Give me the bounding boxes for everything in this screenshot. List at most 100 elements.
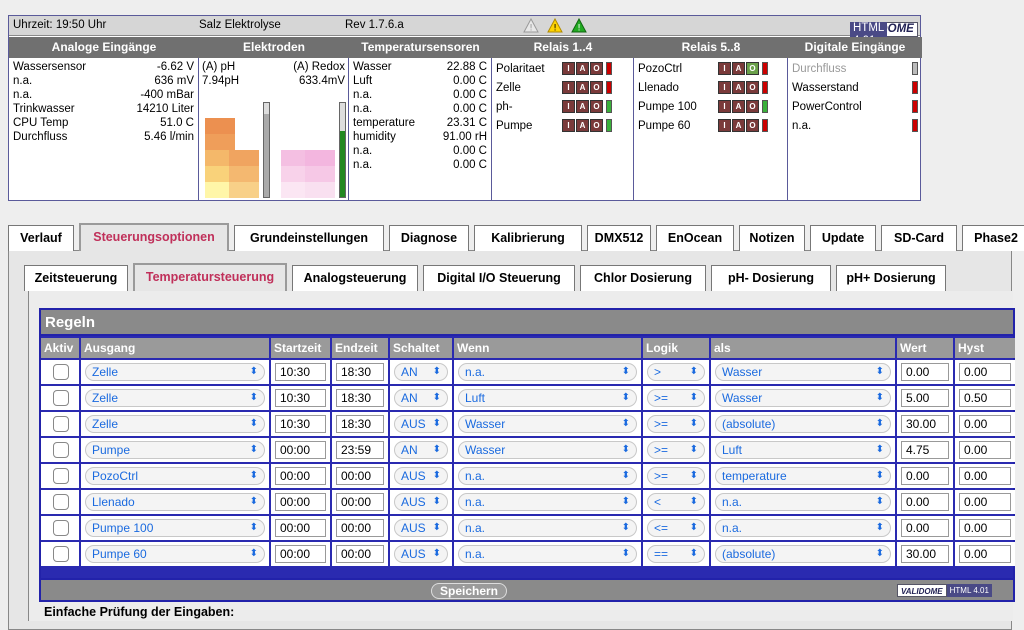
wenn-select[interactable]: n.a. ⬍ xyxy=(458,493,637,511)
relay-o-button[interactable]: O xyxy=(590,81,603,94)
relay-o-button[interactable]: O xyxy=(590,62,603,75)
subtab-ph-dosierung[interactable]: pH- Dosierung xyxy=(711,265,831,291)
relay-a-button[interactable]: A xyxy=(732,119,745,132)
tab-kalibrierung[interactable]: Kalibrierung xyxy=(474,225,582,251)
als-select[interactable]: (absolute) ⬍ xyxy=(715,415,891,433)
tab-phase2[interactable]: Phase2 xyxy=(962,225,1024,251)
schaltet-select[interactable]: AUS ⬍ xyxy=(394,493,448,511)
relay-a-button[interactable]: A xyxy=(576,62,589,75)
active-checkbox[interactable] xyxy=(53,468,69,484)
relay-o-button[interactable]: O xyxy=(746,81,759,94)
relay-o-button[interactable]: O xyxy=(746,62,759,75)
start-input[interactable]: 10:30 xyxy=(275,389,326,407)
wert-input[interactable]: 5.00 xyxy=(901,389,949,407)
relay-i-button[interactable]: I xyxy=(562,81,575,94)
end-input[interactable]: 18:30 xyxy=(336,415,384,433)
active-checkbox[interactable] xyxy=(53,494,69,510)
relay-i-button[interactable]: I xyxy=(718,119,731,132)
ausgang-select[interactable]: Pumpe 100 ⬍ xyxy=(85,519,265,537)
ausgang-select[interactable]: Pumpe ⬍ xyxy=(85,441,265,459)
tab-grundeinstellungen[interactable]: Grundeinstellungen xyxy=(234,225,384,251)
tab-dmx512[interactable]: DMX512 xyxy=(587,225,651,251)
active-checkbox[interactable] xyxy=(53,442,69,458)
wert-input[interactable]: 0.00 xyxy=(901,363,949,381)
start-input[interactable]: 00:00 xyxy=(275,545,326,563)
subtab-analogsteuerung[interactable]: Analogsteuerung xyxy=(292,265,418,291)
wenn-select[interactable]: Wasser ⬍ xyxy=(458,441,637,459)
schaltet-select[interactable]: AUS ⬍ xyxy=(394,467,448,485)
logik-select[interactable]: >= ⬍ xyxy=(647,441,705,459)
wenn-select[interactable]: Wasser ⬍ xyxy=(458,415,637,433)
relay-a-button[interactable]: A xyxy=(732,100,745,113)
start-input[interactable]: 00:00 xyxy=(275,519,326,537)
relay-i-button[interactable]: I xyxy=(562,62,575,75)
active-checkbox[interactable] xyxy=(53,546,69,562)
logik-select[interactable]: >= ⬍ xyxy=(647,389,705,407)
wenn-select[interactable]: n.a. ⬍ xyxy=(458,467,637,485)
als-select[interactable]: Wasser ⬍ xyxy=(715,363,891,381)
tab-notizen[interactable]: Notizen xyxy=(739,225,805,251)
wert-input[interactable]: 0.00 xyxy=(901,519,949,537)
als-select[interactable]: Wasser ⬍ xyxy=(715,389,891,407)
ausgang-select[interactable]: Pumpe 60 ⬍ xyxy=(85,545,265,563)
end-input[interactable]: 00:00 xyxy=(336,545,384,563)
active-checkbox[interactable] xyxy=(53,520,69,536)
logik-select[interactable]: >= ⬍ xyxy=(647,415,705,433)
tab-enocean[interactable]: EnOcean xyxy=(656,225,734,251)
schaltet-select[interactable]: AN ⬍ xyxy=(394,363,448,381)
relay-i-button[interactable]: I xyxy=(562,119,575,132)
end-input[interactable]: 00:00 xyxy=(336,519,384,537)
ausgang-select[interactable]: PozoCtrl ⬍ xyxy=(85,467,265,485)
relay-o-button[interactable]: O xyxy=(746,100,759,113)
subtab-ph-dosierung[interactable]: pH+ Dosierung xyxy=(836,265,946,291)
active-checkbox[interactable] xyxy=(53,390,69,406)
hyst-input[interactable]: 0.00 xyxy=(959,493,1011,511)
hyst-input[interactable]: 0.00 xyxy=(959,467,1011,485)
end-input[interactable]: 18:30 xyxy=(336,389,384,407)
ausgang-select[interactable]: Zelle ⬍ xyxy=(85,415,265,433)
hyst-input[interactable]: 0.00 xyxy=(959,441,1011,459)
save-button[interactable]: Speichern xyxy=(431,583,507,599)
relay-a-button[interactable]: A xyxy=(576,119,589,132)
start-input[interactable]: 00:00 xyxy=(275,441,326,459)
subtab-chlor-dosierung[interactable]: Chlor Dosierung xyxy=(580,265,706,291)
hyst-input[interactable]: 0.50 xyxy=(959,389,1011,407)
end-input[interactable]: 18:30 xyxy=(336,363,384,381)
active-checkbox[interactable] xyxy=(53,416,69,432)
schaltet-select[interactable]: AUS ⬍ xyxy=(394,545,448,563)
ausgang-select[interactable]: Zelle ⬍ xyxy=(85,363,265,381)
tab-sd-card[interactable]: SD-Card xyxy=(881,225,957,251)
wert-input[interactable]: 0.00 xyxy=(901,467,949,485)
start-input[interactable]: 10:30 xyxy=(275,363,326,381)
relay-a-button[interactable]: A xyxy=(732,81,745,94)
logik-select[interactable]: < ⬍ xyxy=(647,493,705,511)
relay-o-button[interactable]: O xyxy=(746,119,759,132)
ausgang-select[interactable]: Zelle ⬍ xyxy=(85,389,265,407)
logik-select[interactable]: == ⬍ xyxy=(647,545,705,563)
als-select[interactable]: n.a. ⬍ xyxy=(715,519,891,537)
active-checkbox[interactable] xyxy=(53,364,69,380)
start-input[interactable]: 00:00 xyxy=(275,467,326,485)
wert-input[interactable]: 30.00 xyxy=(901,415,949,433)
relay-i-button[interactable]: I xyxy=(562,100,575,113)
als-select[interactable]: temperature ⬍ xyxy=(715,467,891,485)
tab-diagnose[interactable]: Diagnose xyxy=(389,225,469,251)
schaltet-select[interactable]: AUS ⬍ xyxy=(394,415,448,433)
als-select[interactable]: (absolute) ⬍ xyxy=(715,545,891,563)
hyst-input[interactable]: 0.00 xyxy=(959,415,1011,433)
wenn-select[interactable]: n.a. ⬍ xyxy=(458,519,637,537)
relay-i-button[interactable]: I xyxy=(718,81,731,94)
logik-select[interactable]: > ⬍ xyxy=(647,363,705,381)
relay-a-button[interactable]: A xyxy=(732,62,745,75)
hyst-input[interactable]: 0.00 xyxy=(959,363,1011,381)
ausgang-select[interactable]: Llenado ⬍ xyxy=(85,493,265,511)
wert-input[interactable]: 0.00 xyxy=(901,493,949,511)
relay-i-button[interactable]: I xyxy=(718,100,731,113)
relay-a-button[interactable]: A xyxy=(576,81,589,94)
relay-a-button[interactable]: A xyxy=(576,100,589,113)
schaltet-select[interactable]: AN ⬍ xyxy=(394,441,448,459)
relay-o-button[interactable]: O xyxy=(590,119,603,132)
wert-input[interactable]: 4.75 xyxy=(901,441,949,459)
start-input[interactable]: 00:00 xyxy=(275,493,326,511)
tab-steuerungsoptionen[interactable]: Steuerungsoptionen xyxy=(79,223,229,251)
